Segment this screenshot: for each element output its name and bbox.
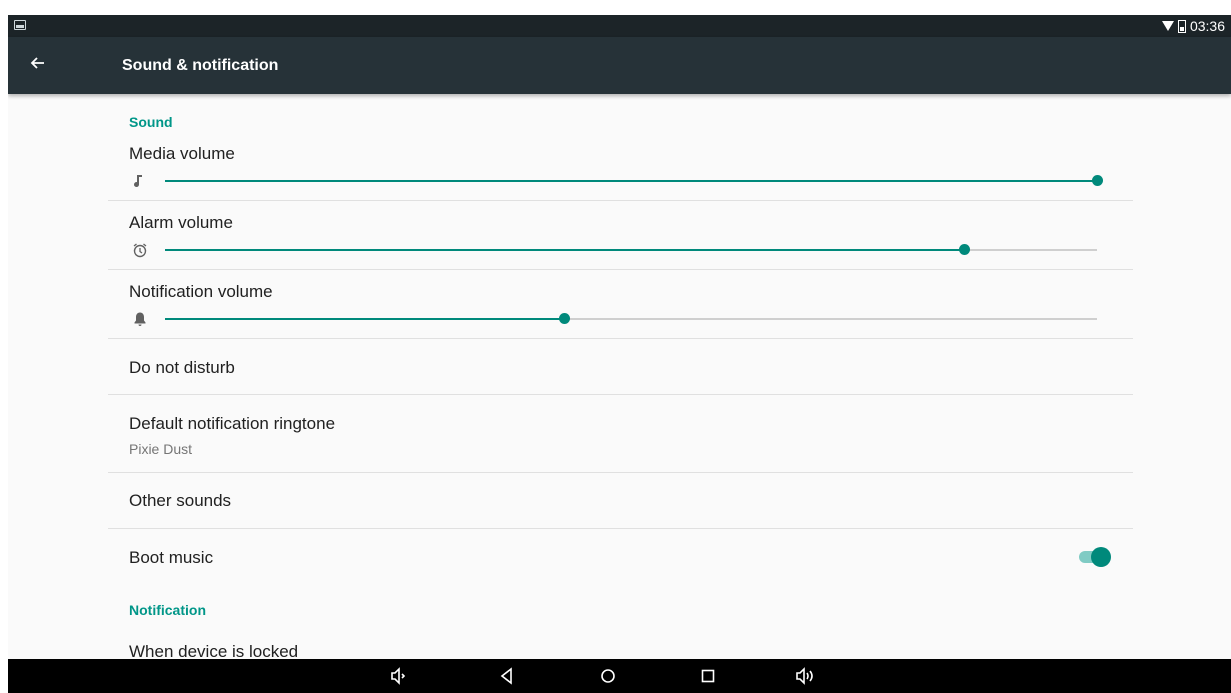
app-bar: Sound & notification [8, 37, 1231, 94]
alarm-volume-slider[interactable] [165, 244, 1097, 255]
ringtone-title: Default notification ringtone [129, 414, 336, 433]
switch-knob [1091, 547, 1111, 567]
other-sounds-row[interactable]: Other sounds [108, 473, 1133, 529]
bell-icon [132, 311, 148, 327]
nav-home-icon [601, 669, 615, 683]
alarm-volume-fill [165, 249, 964, 251]
volume-up-button[interactable] [794, 666, 818, 686]
boot-music-label: Boot music [129, 548, 214, 567]
volume-down-button[interactable] [389, 666, 409, 686]
ringtone-value: Pixie Dust [129, 441, 193, 457]
settings-list: Sound Media volume Alarm volume Notifica… [8, 94, 1231, 661]
notification-volume-label: Notification volume [129, 282, 273, 301]
ringtone-row[interactable]: Default notification ringtone Pixie Dust [108, 395, 1133, 473]
alarm-volume-label: Alarm volume [129, 213, 233, 232]
media-volume-slider[interactable] [165, 175, 1103, 186]
notification-volume-fill [165, 318, 564, 320]
media-volume-thumb[interactable] [1092, 175, 1103, 186]
home-button[interactable] [598, 666, 618, 686]
do-not-disturb-row[interactable]: Do not disturb [108, 339, 1133, 395]
wifi-icon [1161, 21, 1174, 31]
back-button[interactable] [497, 666, 517, 686]
volume-down-icon [391, 667, 406, 685]
alarm-icon [132, 242, 148, 258]
nav-back-icon [500, 667, 512, 685]
section-header-sound: Sound [129, 114, 173, 130]
battery-icon [1177, 19, 1186, 33]
media-volume-row: Media volume [108, 134, 1133, 201]
page-title: Sound & notification [122, 57, 279, 74]
other-sounds-label: Other sounds [129, 491, 232, 510]
music-note-icon [132, 173, 148, 189]
boot-music-switch[interactable] [1079, 547, 1111, 567]
section-header-notification: Notification [129, 602, 206, 618]
status-icons: 03:36 [1161, 18, 1225, 34]
media-volume-label: Media volume [129, 144, 235, 163]
volume-up-icon [796, 667, 813, 685]
recents-button[interactable] [698, 666, 718, 686]
notification-volume-row: Notification volume [108, 270, 1133, 339]
alarm-volume-row: Alarm volume [108, 201, 1133, 270]
device-screen: 03:36 Sound & notification Sound Media v… [8, 15, 1231, 693]
notification-volume-slider[interactable] [165, 313, 1097, 324]
navigation-bar [8, 659, 1231, 693]
status-time: 03:36 [1189, 18, 1225, 34]
nav-recents-icon [701, 669, 715, 683]
screenshot-notification-icon [14, 20, 26, 30]
do-not-disturb-label: Do not disturb [129, 358, 235, 377]
boot-music-row[interactable]: Boot music [108, 529, 1133, 589]
back-arrow-icon[interactable] [28, 53, 52, 77]
notification-volume-thumb[interactable] [558, 313, 570, 324]
alarm-volume-thumb[interactable] [958, 244, 970, 255]
when-locked-row[interactable]: When device is locked [108, 624, 1133, 664]
status-bar: 03:36 [8, 15, 1231, 37]
media-volume-fill [165, 180, 1097, 182]
